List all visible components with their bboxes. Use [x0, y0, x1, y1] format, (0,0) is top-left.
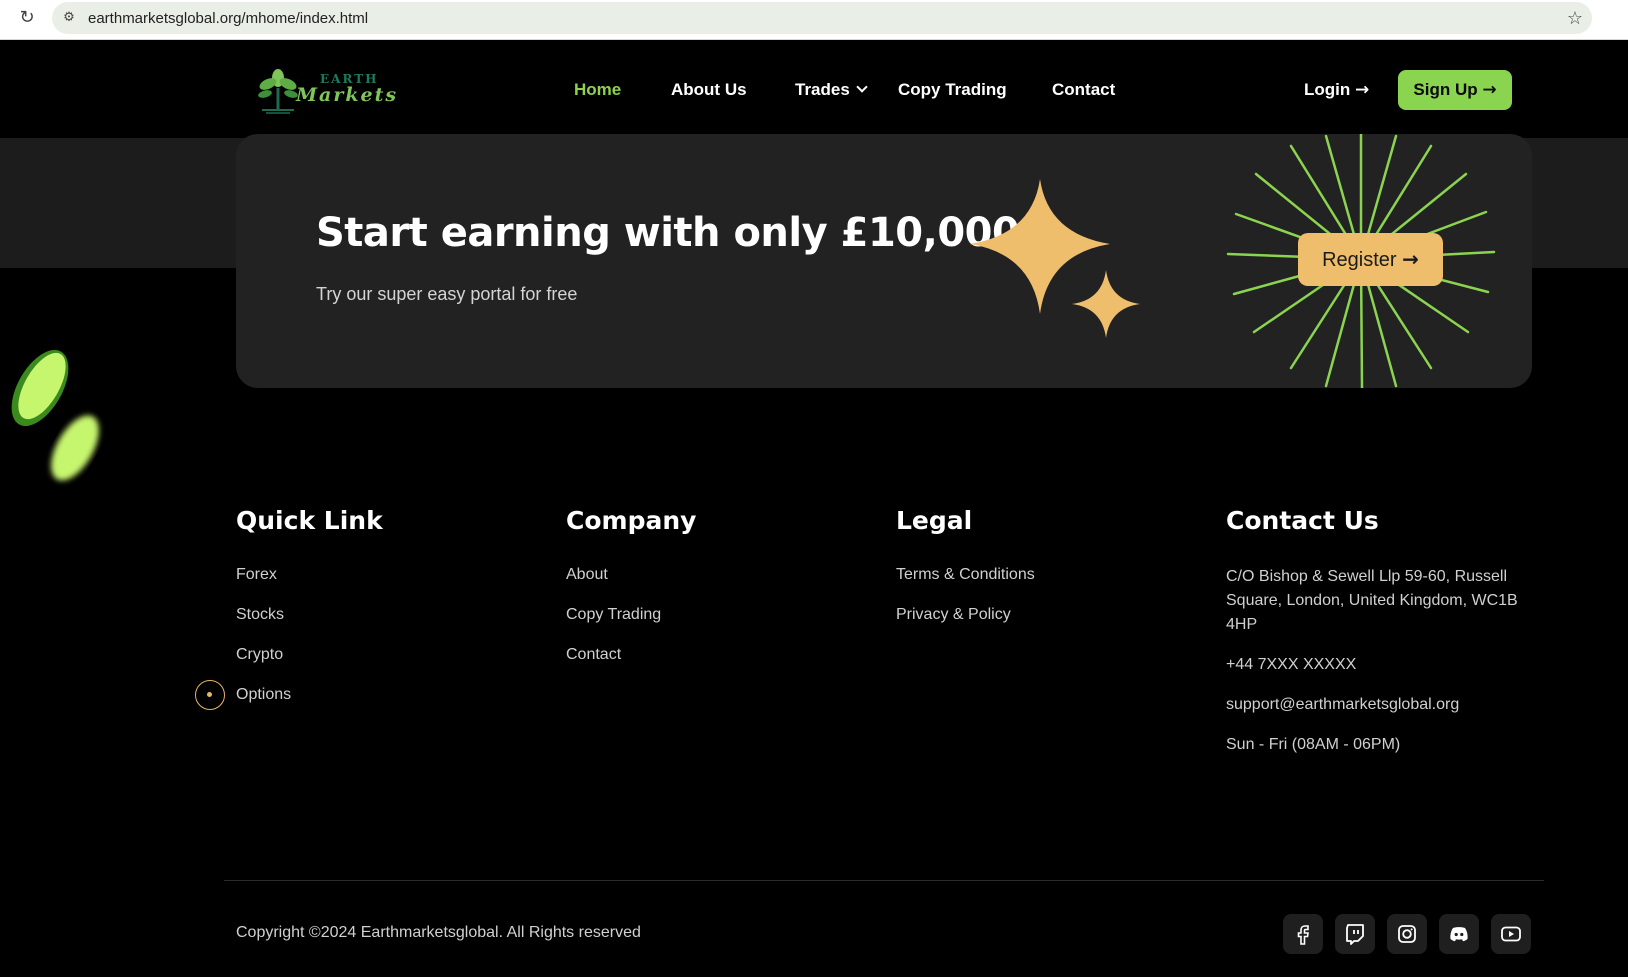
footer-link-crypto[interactable]: Crypto: [236, 645, 383, 685]
copyright-text: Copyright ©2024 Earthmarketsglobal. All …: [236, 924, 641, 941]
cta-card: Start earning with only £10,000 Try our …: [236, 134, 1532, 388]
nav-trades-label: Trades: [795, 80, 850, 99]
contact-hours: Sun - Fri (08AM - 06PM): [1226, 736, 1401, 753]
tree-logo-icon: [258, 69, 298, 114]
site-header: EARTH Markets Home About Us Trades Copy …: [0, 40, 1628, 138]
discord-button[interactable]: [1439, 914, 1479, 954]
facebook-icon: [1297, 925, 1309, 945]
footer-link-stocks[interactable]: Stocks: [236, 605, 383, 645]
cta-title: Start earning with only £10,000: [316, 210, 1020, 256]
footer-quick-links: Quick Link Forex Stocks Crypto Options: [236, 506, 383, 725]
footer-link-forex[interactable]: Forex: [236, 565, 383, 605]
footer-link-about[interactable]: About: [566, 565, 696, 605]
contact-title: Contact Us: [1226, 506, 1379, 535]
footer-company: Company About Copy Trading Contact: [566, 506, 696, 685]
contact-address: C/O Bishop & Sewell Llp 59-60, Russell S…: [1226, 568, 1518, 633]
instagram-icon: [1398, 925, 1416, 943]
arrow-right-icon: →: [1355, 80, 1370, 100]
cta-subtitle: Try our super easy portal for free: [316, 284, 578, 304]
company-title: Company: [566, 506, 697, 535]
footer-link-contact[interactable]: Contact: [566, 645, 696, 685]
decorative-capsules: [11, 350, 99, 481]
twitch-button[interactable]: [1335, 914, 1375, 954]
nav-contact-link[interactable]: Contact: [1052, 80, 1115, 100]
nav-home-link[interactable]: Home: [574, 80, 621, 100]
reload-icon[interactable]: ↻: [16, 7, 38, 29]
bookmark-star-icon[interactable]: ☆: [1564, 8, 1586, 30]
youtube-button[interactable]: [1491, 914, 1531, 954]
discord-icon: [1450, 927, 1468, 942]
footer-link-options[interactable]: Options: [236, 685, 383, 725]
nav-about-link[interactable]: About Us: [671, 80, 747, 100]
chevron-down-icon: [856, 81, 868, 93]
legal-title: Legal: [896, 506, 973, 535]
sparkle-stars-icon: [970, 179, 1140, 338]
site-info-icon[interactable]: ⚙: [60, 9, 78, 27]
footer-link-privacy[interactable]: Privacy & Policy: [896, 605, 1035, 645]
nav-copy-trading-link[interactable]: Copy Trading: [898, 80, 1007, 100]
browser-toolbar: ↻ ⚙ earthmarketsglobal.org/mhome/index.h…: [0, 0, 1628, 40]
footer-contact: Contact Us C/O Bishop & Sewell Llp 59-60…: [1226, 506, 1526, 773]
register-label: Register: [1322, 249, 1397, 271]
instagram-button[interactable]: [1387, 914, 1427, 954]
twitch-icon: [1346, 924, 1364, 945]
youtube-icon: [1501, 926, 1521, 942]
login-button[interactable]: Login →: [1304, 80, 1369, 100]
contact-email[interactable]: support@earthmarketsglobal.org: [1226, 693, 1526, 717]
arrow-right-icon: →: [1482, 80, 1497, 100]
quick-link-title: Quick Link: [236, 506, 383, 535]
login-label: Login: [1304, 80, 1351, 99]
site-logo[interactable]: EARTH Markets: [256, 66, 396, 114]
footer-divider: [224, 880, 1544, 881]
register-button[interactable]: Register →: [1298, 233, 1443, 286]
footer-link-copy-trading[interactable]: Copy Trading: [566, 605, 696, 645]
facebook-button[interactable]: [1283, 914, 1323, 954]
signup-label: Sign Up: [1413, 80, 1478, 99]
logo-text-markets: Markets: [296, 84, 399, 106]
url-text[interactable]: earthmarketsglobal.org/mhome/index.html: [88, 10, 368, 27]
nav-trades-dropdown[interactable]: Trades: [795, 80, 868, 100]
address-bar[interactable]: ⚙ earthmarketsglobal.org/mhome/index.htm…: [52, 2, 1592, 34]
footer-link-terms[interactable]: Terms & Conditions: [896, 565, 1035, 605]
cursor-circle-icon: [195, 680, 225, 710]
footer-legal: Legal Terms & Conditions Privacy & Polic…: [896, 506, 1035, 645]
arrow-right-icon: →: [1402, 247, 1419, 271]
contact-phone[interactable]: +44 7XXX XXXXX: [1226, 653, 1526, 677]
signup-button[interactable]: Sign Up →: [1398, 70, 1512, 110]
